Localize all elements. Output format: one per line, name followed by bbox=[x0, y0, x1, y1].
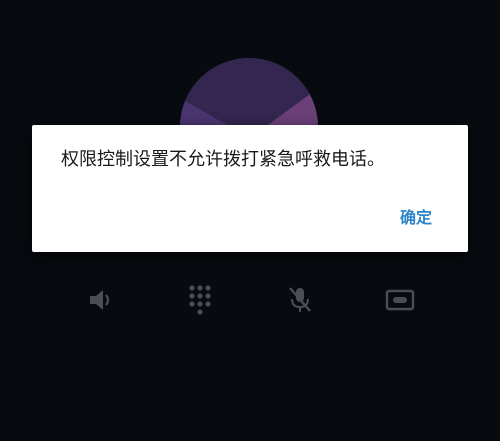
dialog-message: 权限控制设置不允许拨打紧急呼救电话。 bbox=[61, 149, 385, 170]
alert-dialog: 权限控制设置不允许拨打紧急呼救电话。 确定 bbox=[32, 125, 468, 252]
dialpad-button[interactable] bbox=[180, 280, 220, 320]
call-action-row bbox=[0, 280, 500, 320]
speaker-button[interactable] bbox=[80, 280, 120, 320]
speaker-icon bbox=[90, 290, 110, 310]
microphone-off-icon bbox=[289, 287, 311, 312]
ok-button[interactable]: 确定 bbox=[394, 203, 438, 233]
record-button[interactable] bbox=[380, 280, 420, 320]
record-icon bbox=[385, 289, 415, 311]
in-call-screen: 权限控制设置不允许拨打紧急呼救电话。 确定 bbox=[0, 0, 500, 441]
dialpad-icon bbox=[189, 285, 211, 315]
mute-button[interactable] bbox=[280, 280, 320, 320]
